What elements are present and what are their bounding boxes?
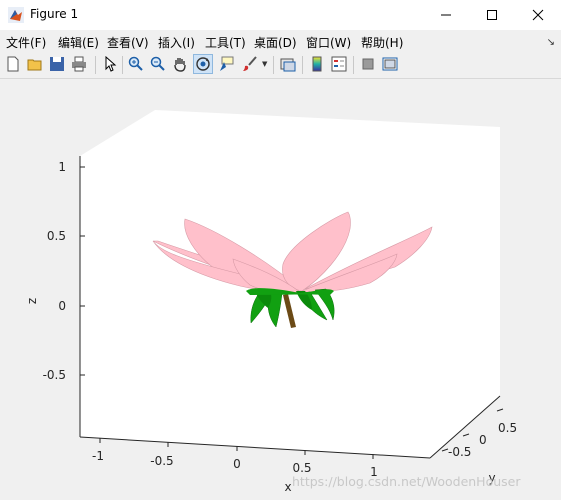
- menu-file[interactable]: 文件(F): [6, 34, 46, 51]
- link-plot-button[interactable]: [279, 55, 297, 73]
- toolbar-dock-arrow-icon[interactable]: ↘: [547, 37, 555, 48]
- show-plot-tools-icon: [382, 57, 398, 71]
- title-bar: Figure 1: [0, 0, 561, 30]
- open-file-icon: [27, 59, 42, 71]
- y-tick-mark: [462, 433, 470, 437]
- data-cursor-button[interactable]: [217, 55, 235, 73]
- close-button[interactable]: [515, 0, 561, 30]
- figure-toolbar: ▼: [0, 52, 561, 79]
- zoom-out-icon: [150, 56, 165, 71]
- x-tick-label: 0.5: [292, 461, 311, 475]
- x-tick-label: -1: [92, 449, 104, 463]
- menu-help[interactable]: 帮助(H): [361, 34, 403, 51]
- legend-icon: [331, 56, 347, 72]
- rotate-3d-button[interactable]: [193, 54, 213, 74]
- data-cursor-icon: [220, 56, 234, 71]
- toolbar-separator: [273, 56, 274, 74]
- matlab-icon: [8, 7, 24, 23]
- toolbar-separator: [95, 56, 96, 74]
- rotate-3d-icon: [196, 57, 210, 71]
- toolbar-separator: [122, 56, 123, 74]
- x-axis-label: x: [284, 480, 291, 494]
- z-tick-label: -0.5: [43, 368, 66, 382]
- z-tick-label: 1: [58, 160, 66, 174]
- colorbar-icon: [312, 56, 322, 72]
- menu-view[interactable]: 查看(V): [107, 34, 149, 51]
- maximize-icon: [487, 10, 497, 20]
- menu-edit[interactable]: 编辑(E): [58, 34, 99, 51]
- hide-plot-tools-icon: [362, 58, 374, 70]
- zoom-out-button[interactable]: [149, 55, 167, 73]
- toolbar-separator: [302, 56, 303, 74]
- y-tick-label: 0: [479, 433, 487, 447]
- pan-hand-icon: [174, 58, 186, 72]
- figure-canvas[interactable]: 1 0.5 0 -0.5 z -1 -0.5 0 0.5 1 x 0.5 0 -…: [0, 79, 561, 500]
- y-tick-mark: [496, 408, 504, 412]
- print-icon: [72, 56, 86, 72]
- maximize-button[interactable]: [469, 0, 515, 30]
- close-icon: [532, 9, 544, 21]
- menu-tools[interactable]: 工具(T): [205, 34, 246, 51]
- y-tick-label: -0.5: [448, 445, 471, 459]
- link-plot-icon: [280, 58, 296, 72]
- x-tick-label: -0.5: [150, 454, 173, 468]
- y-tick-label: 0.5: [498, 421, 517, 435]
- edit-plot-arrow-icon: [105, 56, 117, 72]
- menu-window[interactable]: 窗口(W): [306, 34, 351, 51]
- z-tick-label: 0: [58, 299, 66, 313]
- save-icon: [50, 57, 64, 71]
- legend-button[interactable]: [330, 55, 348, 73]
- brush-icon: [243, 56, 257, 71]
- edit-plot-button[interactable]: [101, 55, 119, 73]
- brush-button[interactable]: [241, 55, 259, 73]
- show-plot-tools-button[interactable]: [381, 55, 399, 73]
- minimize-button[interactable]: [423, 0, 469, 30]
- axes-3d[interactable]: 1 0.5 0 -0.5 z -1 -0.5 0 0.5 1 x 0.5 0 -…: [0, 79, 561, 500]
- menu-insert[interactable]: 插入(I): [158, 34, 195, 51]
- colorbar-button[interactable]: [308, 55, 326, 73]
- print-button[interactable]: [70, 55, 88, 73]
- menu-desktop[interactable]: 桌面(D): [254, 34, 297, 51]
- watermark-text: https://blog.csdn.net/WoodenHouser: [292, 474, 521, 489]
- brush-dropdown-arrow-icon[interactable]: ▼: [262, 60, 267, 68]
- new-figure-icon: [7, 56, 19, 72]
- pan-button[interactable]: [171, 55, 189, 73]
- window-title: Figure 1: [30, 7, 79, 21]
- open-file-button[interactable]: [26, 55, 44, 73]
- save-button[interactable]: [48, 55, 66, 73]
- zoom-in-button[interactable]: [127, 55, 145, 73]
- hide-plot-tools-button[interactable]: [359, 55, 377, 73]
- toolbar-separator: [353, 56, 354, 74]
- z-axis-label: z: [25, 298, 39, 304]
- menu-bar: 文件(F) 编辑(E) 查看(V) 插入(I) 工具(T) 桌面(D) 窗口(W…: [0, 30, 561, 52]
- zoom-in-icon: [128, 56, 143, 71]
- new-figure-button[interactable]: [4, 55, 22, 73]
- z-tick-label: 0.5: [47, 229, 66, 243]
- x-tick-label: 0: [233, 457, 241, 471]
- minimize-icon: [441, 14, 451, 16]
